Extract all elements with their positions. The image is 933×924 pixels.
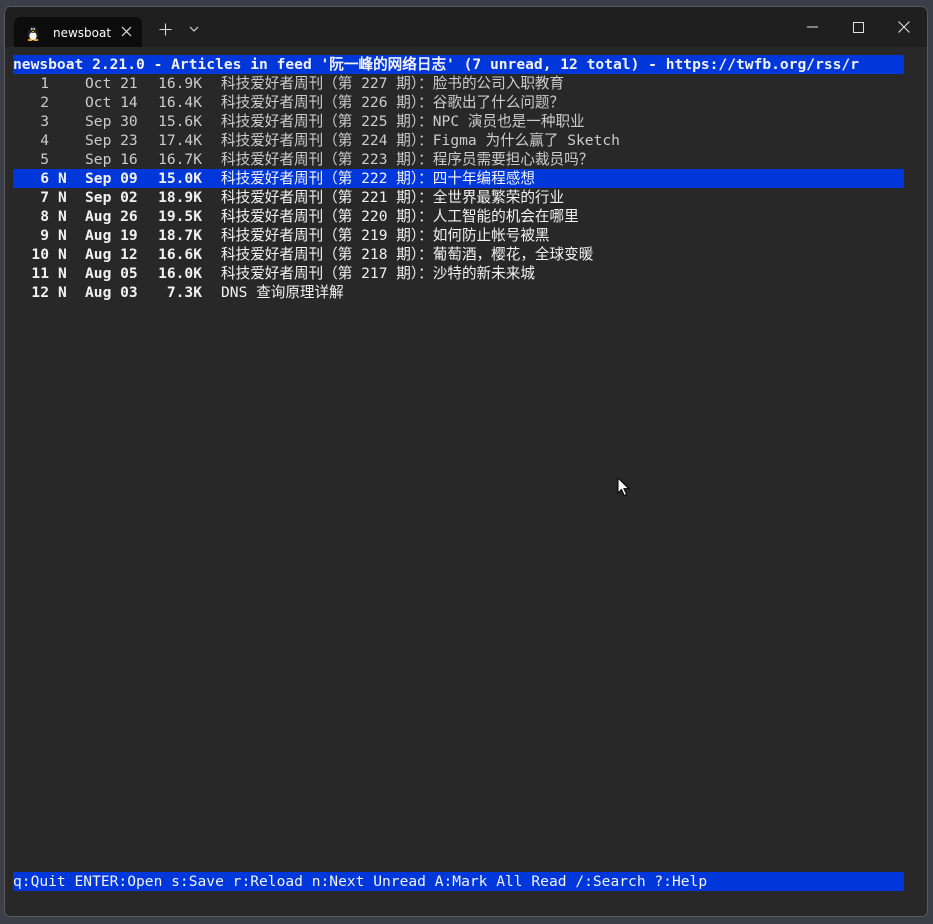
title-bar: newsboat — [5, 7, 927, 48]
article-size: 16.7K — [158, 151, 202, 168]
article-date: Aug 12 — [85, 246, 138, 263]
article-unread-flag — [58, 112, 70, 131]
article-title: 科技爱好者周刊（第 220 期）：人工智能的机会在哪里 — [221, 208, 579, 225]
article-size: 16.0K — [158, 265, 202, 282]
article-date: Sep 30 — [85, 113, 138, 130]
article-unread-flag — [58, 74, 70, 93]
tab-title: newsboat — [53, 25, 112, 40]
article-row[interactable]: 12 N Aug 03 7.3K DNS 查询原理详解 — [13, 283, 904, 302]
article-row[interactable]: 3 Sep 30 15.6K 科技爱好者周刊（第 225 期）：NPC 演员也是一种职… — [13, 112, 904, 131]
article-size: 15.6K — [158, 113, 202, 130]
article-index: 2 — [40, 94, 49, 111]
article-index: 7 — [40, 189, 49, 206]
article-title: 科技爱好者周刊（第 223 期）：程序员需要担心裁员吗？ — [221, 151, 594, 168]
article-unread-flag: N — [58, 189, 67, 206]
minimize-icon[interactable] — [789, 7, 835, 47]
article-date: Sep 09 — [85, 170, 138, 187]
article-size: 18.9K — [158, 189, 202, 206]
article-unread-flag: N — [58, 284, 67, 301]
article-title: 科技爱好者周刊（第 218 期）：葡萄酒，樱花，全球变暖 — [221, 246, 594, 263]
article-unread-flag: N — [58, 246, 67, 263]
article-index: 11 — [31, 265, 49, 282]
article-title: 科技爱好者周刊（第 225 期）：NPC 演员也是一种职业 — [221, 113, 585, 130]
article-row[interactable]: 5 Sep 16 16.7K 科技爱好者周刊（第 223 期）：程序员需要担心裁员吗？ — [13, 150, 904, 169]
article-unread-flag: N — [58, 265, 67, 282]
article-unread-flag: N — [58, 170, 67, 187]
article-date: Sep 02 — [85, 189, 138, 206]
keybinding-status-bar: q:Quit ENTER:Open s:Save r:Reload n:Next… — [13, 872, 904, 891]
article-index: 12 — [31, 284, 49, 301]
terminal-area[interactable]: newsboat 2.21.0 - Articles in feed '阮一峰的… — [5, 47, 927, 916]
article-index: 3 — [40, 113, 49, 130]
article-index: 10 — [31, 246, 49, 263]
article-index: 6 — [40, 170, 49, 187]
article-index: 8 — [40, 208, 49, 225]
article-row[interactable]: 9 N Aug 19 18.7K 科技爱好者周刊（第 219 期）：如何防止帐号被黑 — [13, 226, 904, 245]
article-title: 科技爱好者周刊（第 217 期）：沙特的新未来城 — [221, 265, 535, 282]
tab-close-icon[interactable] — [119, 24, 133, 38]
article-row[interactable]: 11 N Aug 05 16.0K 科技爱好者周刊（第 217 期）：沙特的新未来城 — [13, 264, 904, 283]
article-unread-flag — [58, 93, 70, 112]
article-date: Aug 26 — [85, 208, 138, 225]
article-unread-flag — [58, 150, 70, 169]
article-title: 科技爱好者周刊（第 221 期）：全世界最繁荣的行业 — [221, 189, 565, 206]
article-size: 17.4K — [158, 132, 202, 149]
article-date: Aug 03 — [85, 284, 138, 301]
article-size: 7.3K — [166, 284, 202, 301]
article-size: 15.0K — [158, 170, 202, 187]
article-title: DNS 查询原理详解 — [221, 284, 344, 301]
article-row[interactable]: 1 Oct 21 16.9K 科技爱好者周刊（第 227 期）：脸书的公司入职教育 — [13, 74, 904, 93]
article-size: 19.5K — [158, 208, 202, 225]
article-title: 科技爱好者周刊（第 224 期）：Figma 为什么赢了 Sketch — [221, 132, 620, 149]
article-row[interactable]: 10 N Aug 12 16.6K 科技爱好者周刊（第 218 期）：葡萄酒，樱花，全球… — [13, 245, 904, 264]
article-index: 5 — [40, 151, 49, 168]
article-title: 科技爱好者周刊（第 219 期）：如何防止帐号被黑 — [221, 227, 550, 244]
article-title: 科技爱好者周刊（第 227 期）：脸书的公司入职教育 — [221, 75, 565, 92]
article-unread-flag: N — [58, 227, 67, 244]
linux-tux-icon — [25, 25, 41, 41]
article-row[interactable]: 8 N Aug 26 19.5K 科技爱好者周刊（第 220 期）：人工智能的机会在哪里 — [13, 207, 904, 226]
article-date: Aug 19 — [85, 227, 138, 244]
article-index: 9 — [40, 227, 49, 244]
new-tab-plus-icon[interactable] — [156, 20, 174, 38]
mouse-pointer-icon — [617, 476, 631, 501]
article-unread-flag — [58, 131, 70, 150]
tab-newsboat[interactable]: newsboat — [14, 17, 142, 48]
article-size: 18.7K — [158, 227, 202, 244]
article-row[interactable]: 7 N Sep 02 18.9K 科技爱好者周刊（第 221 期）：全世界最繁荣的行业 — [13, 188, 904, 207]
article-size: 16.9K — [158, 75, 202, 92]
article-row[interactable]: 4 Sep 23 17.4K 科技爱好者周刊（第 224 期）：Figma 为什么赢了… — [13, 131, 904, 150]
article-date: Aug 05 — [85, 265, 138, 282]
article-index: 4 — [40, 132, 49, 149]
maximize-icon[interactable] — [835, 7, 881, 47]
article-title: 科技爱好者周刊（第 226 期）：谷歌出了什么问题？ — [221, 94, 565, 111]
article-date: Oct 14 — [85, 94, 138, 111]
article-unread-flag: N — [58, 208, 67, 225]
article-index: 1 — [40, 75, 49, 92]
article-date: Oct 21 — [85, 75, 138, 92]
article-row[interactable]: 2 Oct 14 16.4K 科技爱好者周刊（第 226 期）：谷歌出了什么问题？ — [13, 93, 904, 112]
terminal-window: newsboat newsboat 2.21.0 - Articles in f… — [4, 6, 928, 917]
article-date: Sep 23 — [85, 132, 138, 149]
article-row[interactable]: 6 N Sep 09 15.0K 科技爱好者周刊（第 222 期）：四十年编程感想 — [13, 169, 904, 188]
article-size: 16.4K — [158, 94, 202, 111]
article-size: 16.6K — [158, 246, 202, 263]
tab-dropdown-chevron-down-icon[interactable] — [185, 20, 203, 38]
article-date: Sep 16 — [85, 151, 138, 168]
feed-header-bar: newsboat 2.21.0 - Articles in feed '阮一峰的… — [13, 55, 904, 74]
article-title: 科技爱好者周刊（第 222 期）：四十年编程感想 — [221, 170, 535, 187]
close-window-icon[interactable] — [881, 7, 927, 47]
